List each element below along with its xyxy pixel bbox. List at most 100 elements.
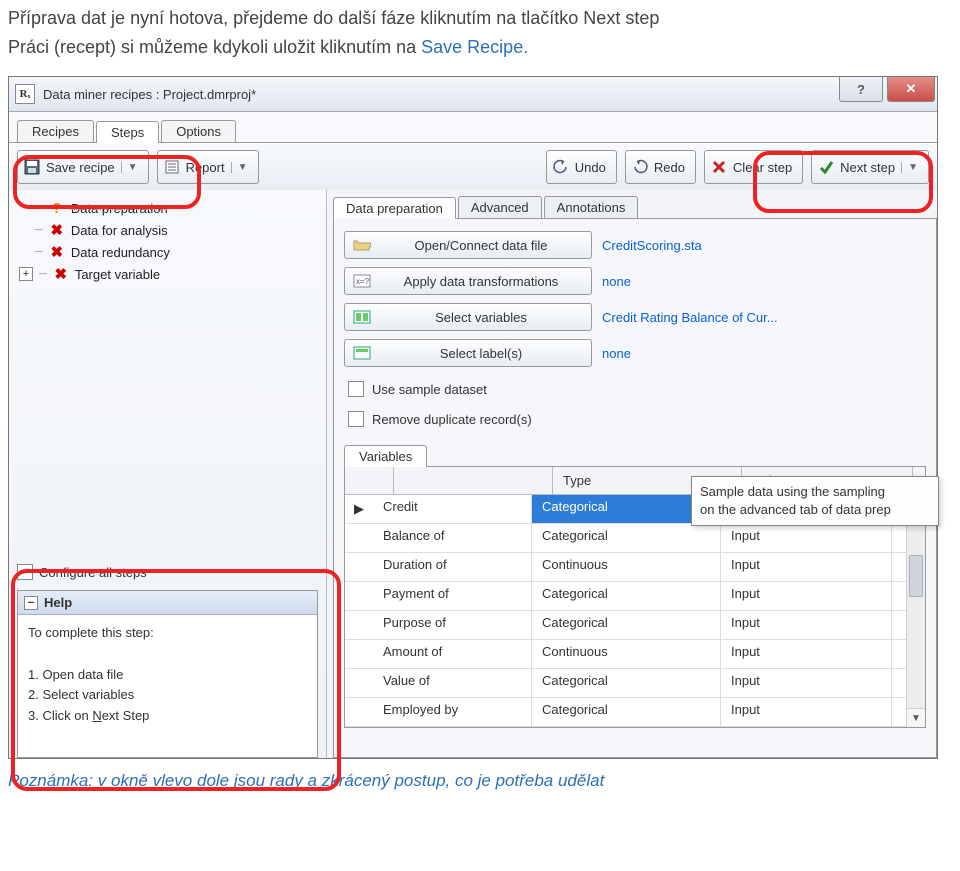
help-body: To complete this step: 1. Open data file… [18,615,317,757]
sub-text: Práci (recept) si můžeme kdykoli uložit … [8,37,952,58]
tree-data-analysis[interactable]: ┈ ✖ Data for analysis [17,219,318,241]
checkbox-icon[interactable] [348,381,364,397]
row-name: Balance of [373,524,532,552]
tree-data-preparation[interactable]: ┈ ? Data preparation [17,198,318,219]
tooltip: Sample data using the sampling on the ad… [691,476,939,526]
configure-label: Configure all steps [39,565,147,580]
x-icon: ✖ [49,221,65,239]
select-vars-value: Credit Rating Balance of Cur... [602,310,778,325]
tree-dash-icon: ┈ [35,244,43,260]
scroll-down-icon[interactable]: ▼ [907,708,925,727]
row-name: Employed by [373,698,532,726]
btn-label: Open/Connect data file [379,238,583,253]
labels-icon [353,345,371,361]
grid-body[interactable]: ▶CreditCategoricalTargetBalance ofCatego… [345,495,925,727]
close-button[interactable]: ✕ [887,77,935,102]
sub-tabs: Data preparation Advanced Annotations [333,196,937,218]
check-icon [818,159,834,175]
row-type[interactable]: Continuous [532,640,721,668]
disk-icon [24,159,40,175]
x-icon: ✖ [49,243,65,261]
row-type[interactable]: Categorical [532,698,721,726]
scroll-thumb[interactable] [909,555,923,597]
open-file-value: CreditScoring.sta [602,238,702,253]
table-row[interactable]: Duration ofContinuousInput [345,553,925,582]
dedupe-label: Remove duplicate record(s) [372,412,532,427]
row-name: Payment of [373,582,532,610]
row-role[interactable]: Input [721,524,892,552]
tab-data-preparation[interactable]: Data preparation [333,197,456,219]
tab-variables[interactable]: Variables [344,445,427,467]
window-title: Data miner recipes : Project.dmrproj* [43,87,256,102]
table-row[interactable]: Payment ofCategoricalInput [345,582,925,611]
row-type[interactable]: Categorical [532,524,721,552]
remove-dup-check[interactable]: Remove duplicate record(s) [348,411,926,427]
table-row[interactable]: Purpose ofCategoricalInput [345,611,925,640]
toolbar: Save recipe ▼ Report ▼ Undo Redo [9,143,937,190]
configure-all-steps[interactable]: Configure all steps [17,558,318,586]
sample-dataset-check[interactable]: Use sample dataset [348,381,926,397]
tree-dash-icon: ┈ [35,201,43,217]
row-role[interactable]: Input [721,582,892,610]
row-role[interactable]: Input [721,669,892,697]
tab-annotations[interactable]: Annotations [544,196,639,218]
question-icon: ? [49,200,65,217]
row-type[interactable]: Categorical [532,669,721,697]
report-button[interactable]: Report ▼ [157,150,259,184]
select-labels-value: none [602,346,631,361]
btn-label: Select label(s) [379,346,583,361]
help-step: 1. Open data file [28,665,307,686]
expand-icon[interactable]: + [19,267,33,281]
select-labels-button[interactable]: Select label(s) [344,339,592,367]
clear-step-button[interactable]: Clear step [704,150,803,184]
row-name: Amount of [373,640,532,668]
table-row[interactable]: Employed byCategoricalInput [345,698,925,727]
row-role[interactable]: Input [721,553,892,581]
x-icon: ✖ [53,265,69,283]
row-marker [345,669,373,697]
tree-dash-icon: ┈ [39,266,47,282]
table-row[interactable]: Value ofCategoricalInput [345,669,925,698]
row-role[interactable]: Input [721,611,892,639]
row-name: Value of [373,669,532,697]
checkbox-icon[interactable] [17,564,33,580]
report-label: Report [186,160,225,175]
help-title: Help [44,595,72,610]
tab-recipes[interactable]: Recipes [17,120,94,142]
table-row[interactable]: Balance ofCategoricalInput [345,524,925,553]
chevron-down-icon[interactable]: ▼ [121,162,138,173]
save-label: Save recipe [46,160,115,175]
redo-button[interactable]: Redo [625,150,696,184]
row-type[interactable]: Categorical [532,611,721,639]
row-type[interactable]: Continuous [532,553,721,581]
tab-options[interactable]: Options [161,120,236,142]
btn-label: Select variables [379,310,583,325]
tab-advanced[interactable]: Advanced [458,196,542,218]
select-variables-button[interactable]: Select variables [344,303,592,331]
tree-target-variable[interactable]: + ┈ ✖ Target variable [17,263,318,285]
undo-button[interactable]: Undo [546,150,617,184]
row-role[interactable]: Input [721,698,892,726]
tree-data-redundancy[interactable]: ┈ ✖ Data redundancy [17,241,318,263]
undo-label: Undo [575,160,606,175]
x-icon [711,159,727,175]
table-row[interactable]: Amount ofContinuousInput [345,640,925,669]
save-recipe-button[interactable]: Save recipe ▼ [17,150,149,184]
collapse-icon[interactable]: − [24,596,38,610]
open-file-button[interactable]: Open/Connect data file [344,231,592,259]
tab-steps[interactable]: Steps [96,121,159,143]
row-role[interactable]: Input [721,640,892,668]
apply-transform-button[interactable]: x=? Apply data transformations [344,267,592,295]
scrollbar[interactable]: ▲ ▼ [906,495,925,727]
chevron-down-icon[interactable]: ▼ [901,162,918,173]
row-type[interactable]: Categorical [532,582,721,610]
help-button[interactable]: ? [839,77,883,102]
row-marker: ▶ [345,495,373,523]
chevron-down-icon[interactable]: ▼ [231,162,248,173]
help-panel: − Help To complete this step: 1. Open da… [17,590,318,758]
next-step-button[interactable]: Next step ▼ [811,150,929,184]
right-panel: Data preparation Advanced Annotations Op… [327,190,937,758]
tree-dash-icon: ┈ [35,222,43,238]
checkbox-icon[interactable] [348,411,364,427]
row-marker [345,640,373,668]
